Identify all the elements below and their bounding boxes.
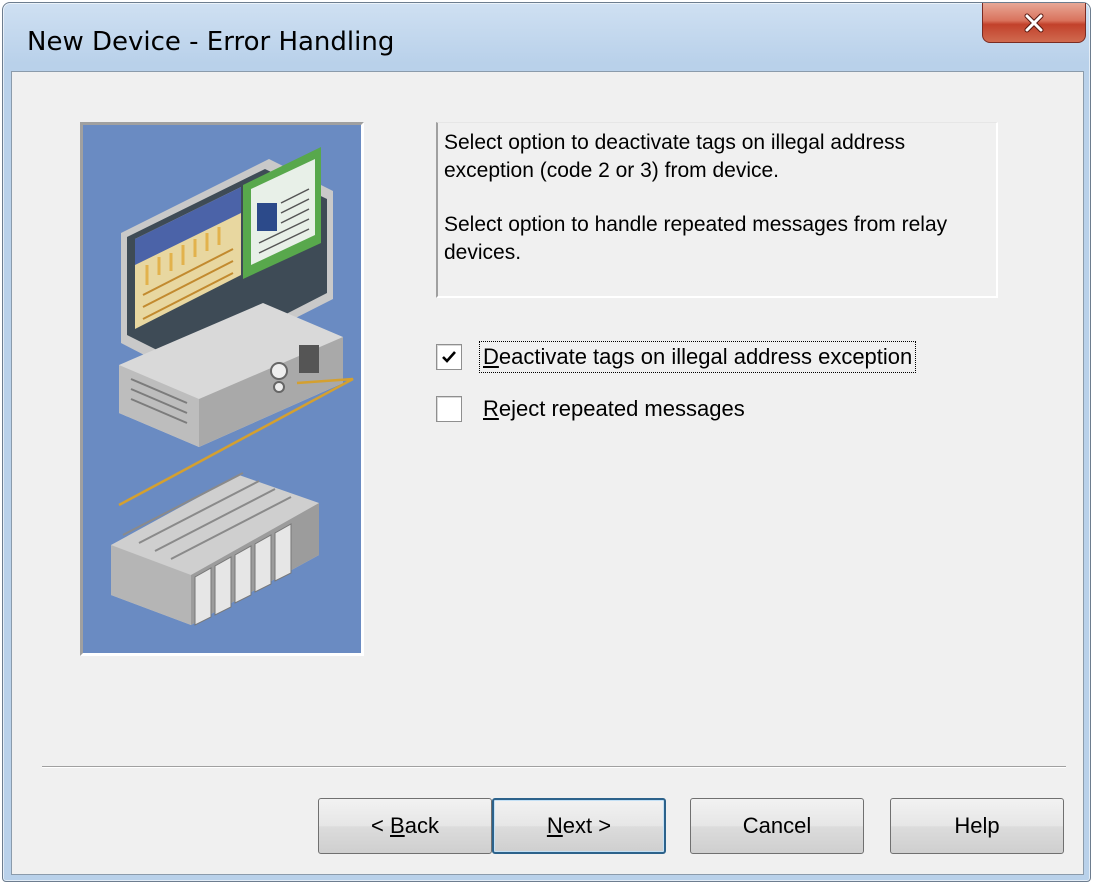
next-button[interactable]: Next > — [492, 798, 666, 854]
deactivate-tags-option[interactable]: Deactivate tags on illegal address excep… — [436, 341, 917, 373]
computer-plc-illustration — [83, 125, 361, 653]
back-button[interactable]: < Back — [318, 798, 492, 854]
cancel-button[interactable]: Cancel — [690, 798, 864, 854]
deactivate-tags-checkbox[interactable] — [436, 344, 462, 370]
description-paragraph-1: Select option to deactivate tags on ille… — [444, 131, 906, 182]
close-x-icon — [1024, 13, 1044, 32]
description-paragraph-2: Select option to handle repeated message… — [444, 213, 948, 264]
close-button[interactable] — [982, 3, 1086, 43]
deactivate-tags-label[interactable]: Deactivate tags on illegal address excep… — [478, 341, 917, 373]
button-separator — [42, 766, 1066, 768]
help-button[interactable]: Help — [890, 798, 1064, 854]
window-title: New Device - Error Handling — [27, 27, 395, 57]
description-box: Select option to deactivate tags on ille… — [436, 122, 998, 298]
reject-repeated-checkbox[interactable] — [436, 396, 462, 422]
checkmark-icon — [442, 351, 456, 363]
dialog-client-area: Select option to deactivate tags on ille… — [11, 71, 1084, 875]
dialog-window: New Device - Error Handling Select optio… — [2, 2, 1091, 882]
reject-repeated-label[interactable]: Reject repeated messages — [480, 394, 748, 424]
wizard-illustration — [80, 122, 364, 656]
reject-repeated-option[interactable]: Reject repeated messages — [436, 394, 748, 424]
title-bar[interactable]: New Device - Error Handling — [3, 3, 1090, 71]
